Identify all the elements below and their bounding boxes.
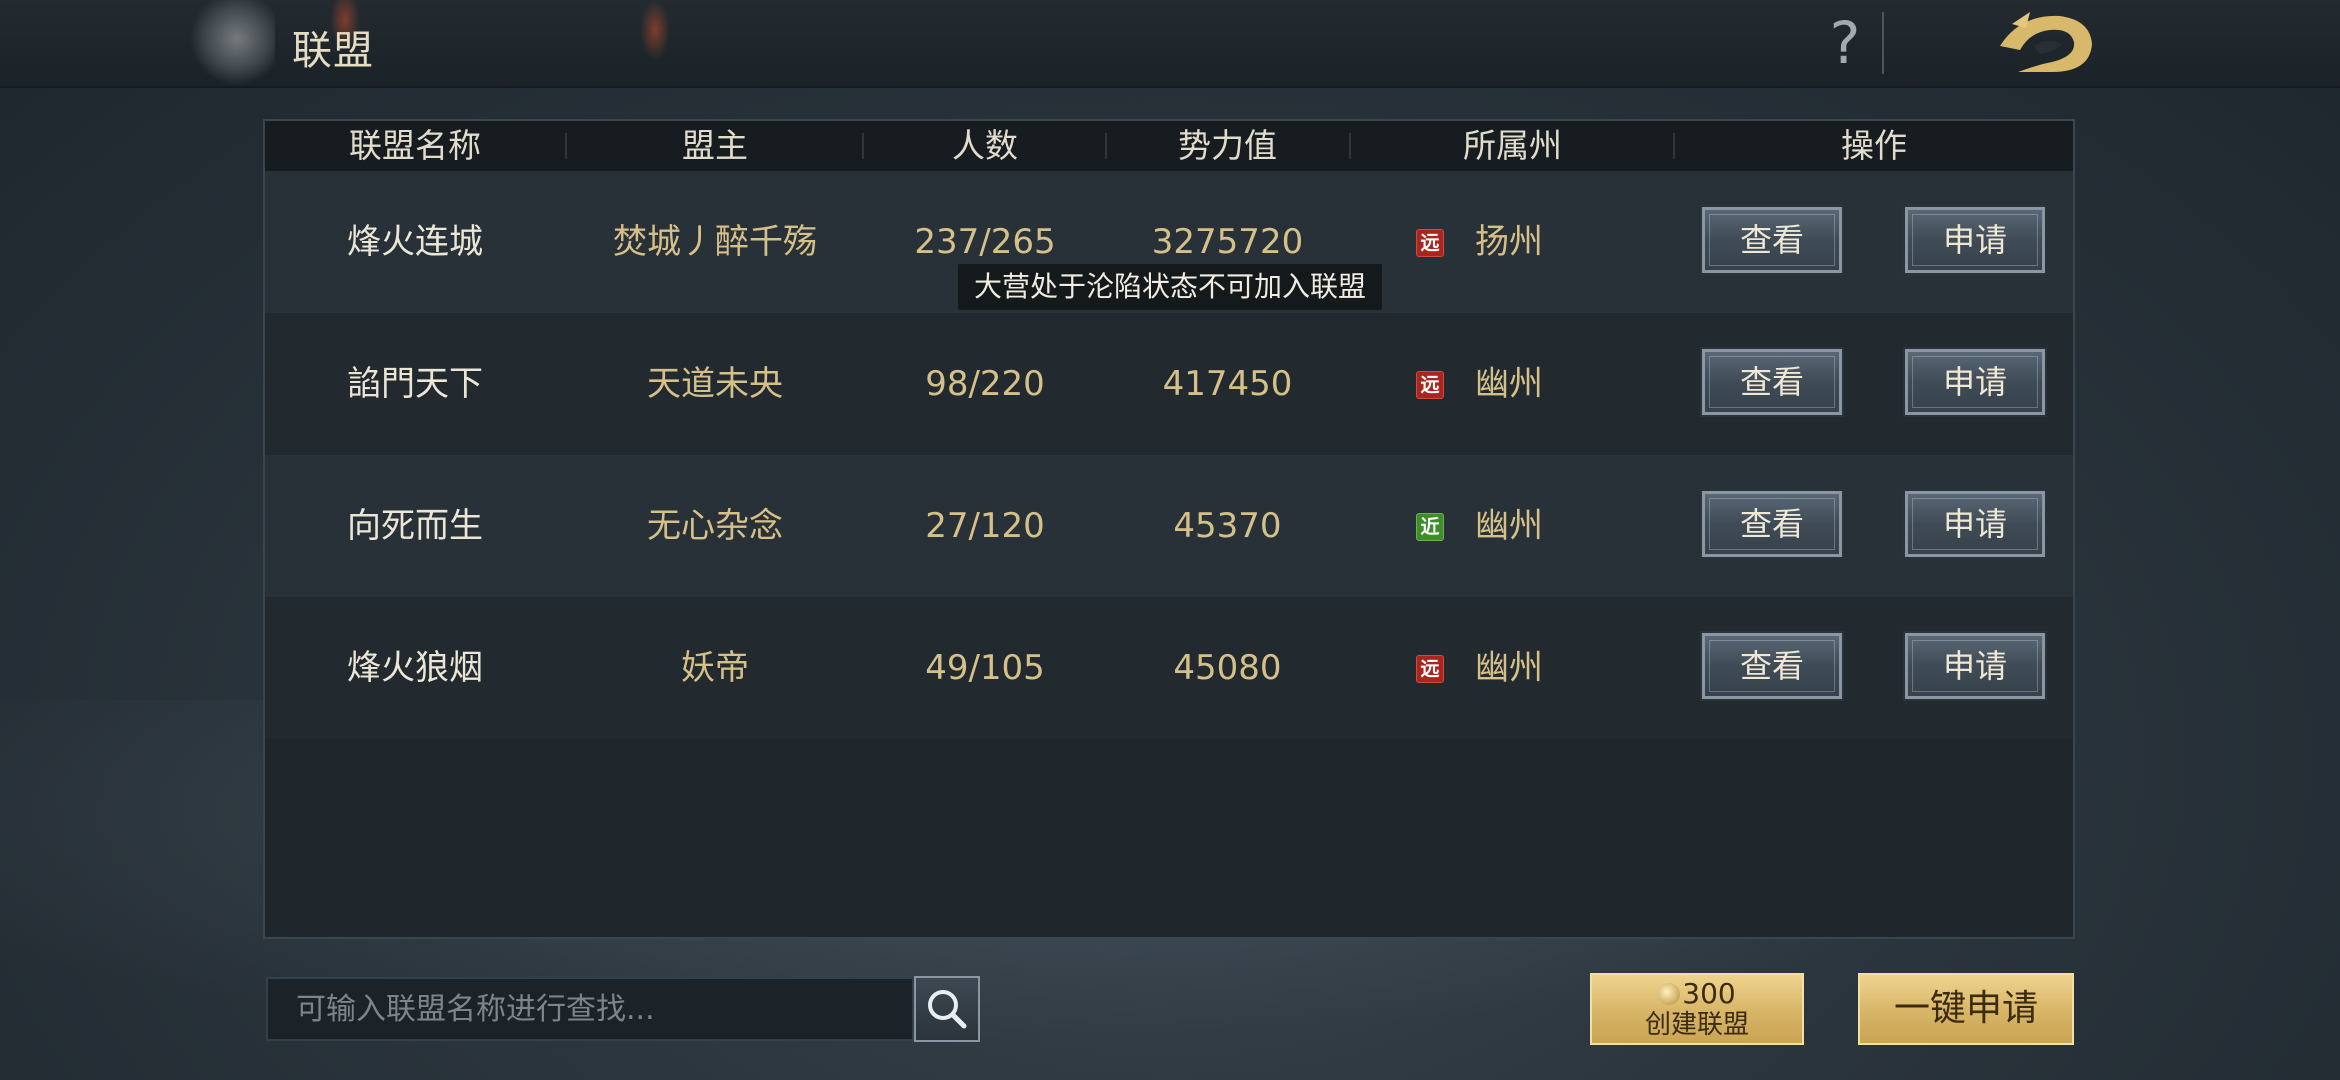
member-count: 27/120	[925, 506, 1045, 546]
power-value: 45370	[1173, 506, 1282, 546]
one-key-apply-button[interactable]: 一键申请	[1858, 973, 2074, 1045]
alliance-leader: 焚城丿醉千殇	[613, 222, 817, 262]
member-count: 49/105	[925, 648, 1045, 688]
apply-button[interactable]: 申请	[1903, 347, 2047, 417]
column-separator	[862, 133, 864, 159]
create-alliance-button[interactable]: 300 创建联盟	[1590, 973, 1804, 1045]
column-header-name: 联盟名称	[349, 126, 481, 165]
dragon-emblem-icon	[190, 0, 275, 86]
search-button[interactable]	[914, 976, 980, 1042]
view-button[interactable]: 查看	[1700, 631, 1844, 701]
alliance-list-panel: 联盟名称 盟主 人数 势力值 所属州 操作 烽火连城 焚城丿醉千殇 237/26…	[263, 119, 2075, 939]
state-name: 幽州	[1475, 506, 1543, 546]
view-button[interactable]: 查看	[1700, 205, 1844, 275]
apply-button[interactable]: 申请	[1903, 631, 2047, 701]
apply-button[interactable]: 申请	[1903, 489, 2047, 559]
table-row: 向死而生 无心杂念 27/120 45370 近 幽州 查看 申请	[265, 455, 2073, 597]
table-row: 烽火狼烟 妖帝 49/105 45080 远 幽州 查看 申请	[265, 597, 2073, 739]
table-row: 諂門天下 天道未央 98/220 417450 远 幽州 查看 申请	[265, 313, 2073, 455]
create-alliance-label: 创建联盟	[1644, 1010, 1749, 1040]
ember-decoration	[640, 0, 670, 60]
divider	[1882, 12, 1884, 74]
view-button[interactable]: 查看	[1700, 347, 1844, 417]
power-value: 417450	[1162, 364, 1293, 404]
create-cost: 300	[1592, 977, 1802, 1011]
search-box	[266, 977, 914, 1041]
distance-badge: 远	[1416, 371, 1444, 399]
page-title: 联盟	[292, 28, 374, 74]
status-tooltip: 大营处于沦陷状态不可加入联盟	[958, 264, 1382, 310]
alliance-name: 向死而生	[347, 506, 483, 546]
alliance-name: 諂門天下	[347, 364, 483, 404]
alliance-leader: 无心杂念	[647, 506, 783, 546]
dragon-logo-icon[interactable]	[1990, 6, 2100, 80]
distance-badge: 远	[1416, 655, 1444, 683]
column-header-state: 所属州	[1463, 126, 1562, 165]
column-header-members: 人数	[952, 126, 1018, 165]
create-cost-value: 300	[1682, 977, 1736, 1010]
member-count: 98/220	[925, 364, 1045, 404]
column-header-actions: 操作	[1841, 126, 1907, 165]
apply-button[interactable]: 申请	[1903, 205, 2047, 275]
alliance-leader: 妖帝	[681, 648, 749, 688]
view-button[interactable]: 查看	[1700, 489, 1844, 559]
distance-badge: 远	[1416, 229, 1444, 257]
state-name: 扬州	[1475, 222, 1543, 262]
search-input[interactable]	[268, 979, 908, 1039]
help-button[interactable]: ?	[1820, 8, 1870, 78]
column-header-leader: 盟主	[682, 126, 748, 165]
alliance-name: 烽火狼烟	[347, 648, 483, 688]
state-name: 幽州	[1475, 648, 1543, 688]
search-icon	[928, 990, 967, 1029]
coin-icon	[1658, 983, 1681, 1005]
power-value: 45080	[1173, 648, 1282, 688]
table-header: 联盟名称 盟主 人数 势力值 所属州 操作	[265, 121, 2073, 171]
distance-badge: 近	[1416, 513, 1444, 541]
top-bar: 联盟 ?	[0, 0, 2340, 88]
alliance-leader: 天道未央	[647, 364, 783, 404]
state-name: 幽州	[1475, 364, 1543, 404]
alliance-name: 烽火连城	[347, 222, 483, 262]
column-header-power: 势力值	[1178, 126, 1277, 165]
